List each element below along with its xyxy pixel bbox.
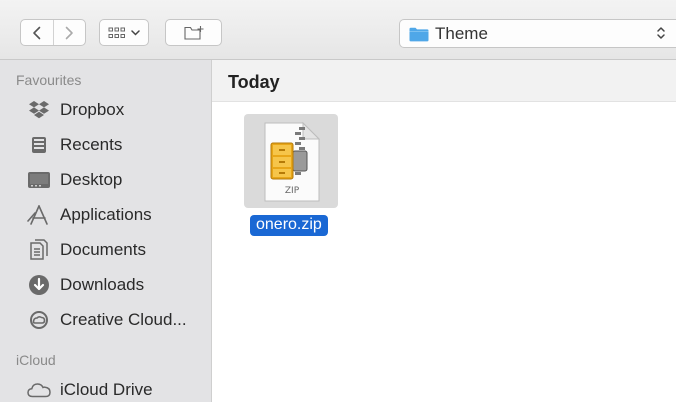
sidebar-item-label: Creative Cloud... [60,310,187,329]
toolbar: Theme [0,0,676,60]
navigation-buttons [20,19,86,46]
sidebar-item-label: Desktop [60,170,123,189]
sidebar: Favourites Dropbox Recents Desktop Appli… [0,60,212,402]
new-folder-button[interactable] [165,19,222,46]
back-button[interactable] [21,20,53,45]
chevron-right-icon [65,26,74,39]
path-popup[interactable]: Theme [399,19,676,48]
sidebar-heading-icloud: iCloud [16,352,56,368]
sidebar-item-label: Downloads [60,275,145,294]
group-header: Today [212,60,676,102]
file-browser-content: Today ZIP onero.zip [212,60,676,402]
dropbox-icon [27,99,51,121]
sidebar-item-label: Recents [60,135,123,154]
sidebar-item-label: Documents [60,240,146,259]
forward-button[interactable] [52,20,86,45]
sidebar-item-recents[interactable]: Recents [0,129,211,161]
sidebar-heading-favourites: Favourites [16,72,82,88]
file-item[interactable]: ZIP onero.zip [244,114,338,239]
path-label: Theme [435,24,488,43]
sidebar-item-applications[interactable]: Applications [0,199,211,231]
group-title: Today [228,72,280,92]
new-folder-icon [183,26,203,40]
svg-text:ZIP: ZIP [285,186,300,196]
sidebar-item-creative-cloud[interactable]: Creative Cloud... [0,304,211,336]
desktop-icon [27,169,51,191]
chevron-left-icon [32,26,41,39]
sidebar-item-desktop[interactable]: Desktop [0,164,211,196]
icon-grid-icon [108,27,125,38]
icloud-icon [27,379,51,401]
sidebar-item-downloads[interactable]: Downloads [0,269,211,301]
up-down-chevron-icon [657,27,665,39]
recents-icon [27,134,51,156]
zip-type-label: ZIP [285,186,300,196]
sidebar-item-dropbox[interactable]: Dropbox [0,94,211,126]
applications-icon [27,204,51,226]
file-name-label[interactable]: onero.zip [250,215,328,236]
sidebar-item-icloud-drive[interactable]: iCloud Drive [0,374,211,406]
sidebar-item-label: Applications [60,205,152,224]
chevron-down-icon [131,29,140,36]
downloads-icon [27,274,51,296]
sidebar-item-label: Dropbox [60,100,125,119]
sidebar-item-label: iCloud Drive [60,380,153,399]
sidebar-item-documents[interactable]: Documents [0,234,211,266]
documents-icon [27,239,51,261]
view-options-button[interactable] [99,19,149,46]
folder-icon [409,27,429,42]
creative-cloud-icon [27,309,51,331]
